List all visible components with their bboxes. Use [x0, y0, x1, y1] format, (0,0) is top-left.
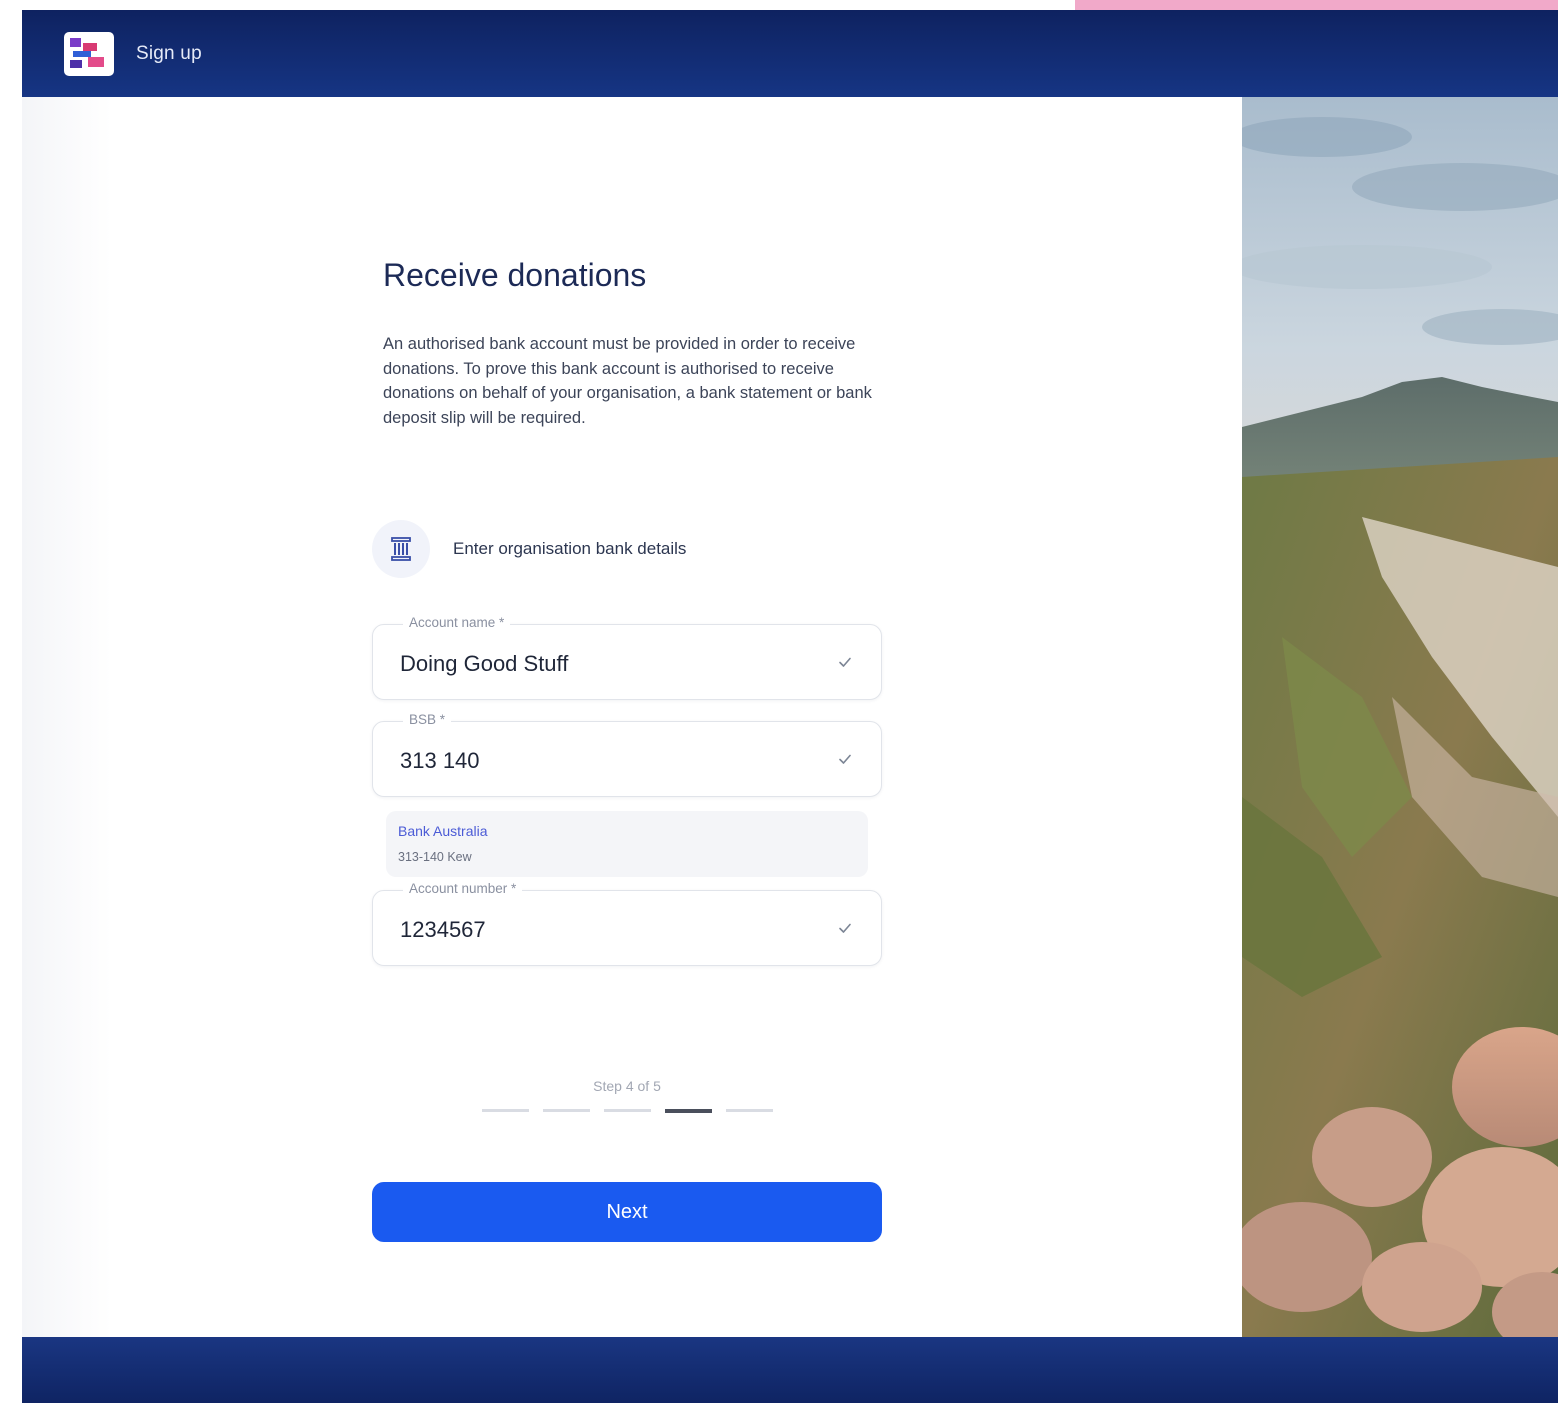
account-number-field[interactable]: Account number * 1234567 — [372, 881, 882, 966]
signup-form-pane: Receive donations An authorised bank acc… — [22, 97, 1242, 1337]
bank-details-section-header: Enter organisation bank details — [372, 520, 686, 578]
bank-icon — [372, 520, 430, 578]
step-dot-5 — [726, 1109, 773, 1112]
step-dot-1 — [482, 1109, 529, 1112]
next-button[interactable]: Next — [372, 1182, 882, 1242]
bsb-field[interactable]: BSB * 313 140 — [372, 712, 882, 797]
account-number-label: Account number * — [403, 881, 523, 896]
form-description: An authorised bank account must be provi… — [383, 335, 872, 427]
bsb-label: BSB * — [403, 712, 452, 727]
top-edge-accent — [1075, 0, 1558, 10]
app-logo[interactable] — [64, 31, 114, 76]
account-name-value[interactable]: Doing Good Stuff — [400, 651, 568, 677]
bank-lookup-result: Bank Australia 313-140 Kew — [386, 811, 868, 877]
account-number-value[interactable]: 1234567 — [400, 917, 486, 943]
account-name-label: Account name * — [403, 615, 511, 630]
account-name-field[interactable]: Account name * Doing Good Stuff — [372, 615, 882, 700]
bsb-value[interactable]: 313 140 — [400, 748, 480, 774]
page-header-title: Sign up — [136, 42, 202, 64]
coastal-landscape-photo — [1242, 97, 1558, 1337]
bank-branch: 313-140 Kew — [398, 850, 472, 864]
page-title: Receive donations — [383, 257, 647, 293]
footer-bar — [22, 1337, 1558, 1403]
check-icon — [839, 754, 851, 764]
top-navigation-bar: Sign up — [22, 10, 1558, 97]
check-icon — [839, 923, 851, 933]
step-progress — [482, 1108, 787, 1113]
step-dot-2 — [543, 1109, 590, 1112]
step-dot-4-current — [665, 1108, 712, 1113]
bank-details-label: Enter organisation bank details — [453, 539, 687, 558]
step-dot-3 — [604, 1109, 651, 1112]
step-indicator-text: Step 4 of 5 — [593, 1078, 661, 1094]
check-icon — [839, 657, 851, 667]
bank-name: Bank Australia — [398, 823, 488, 839]
